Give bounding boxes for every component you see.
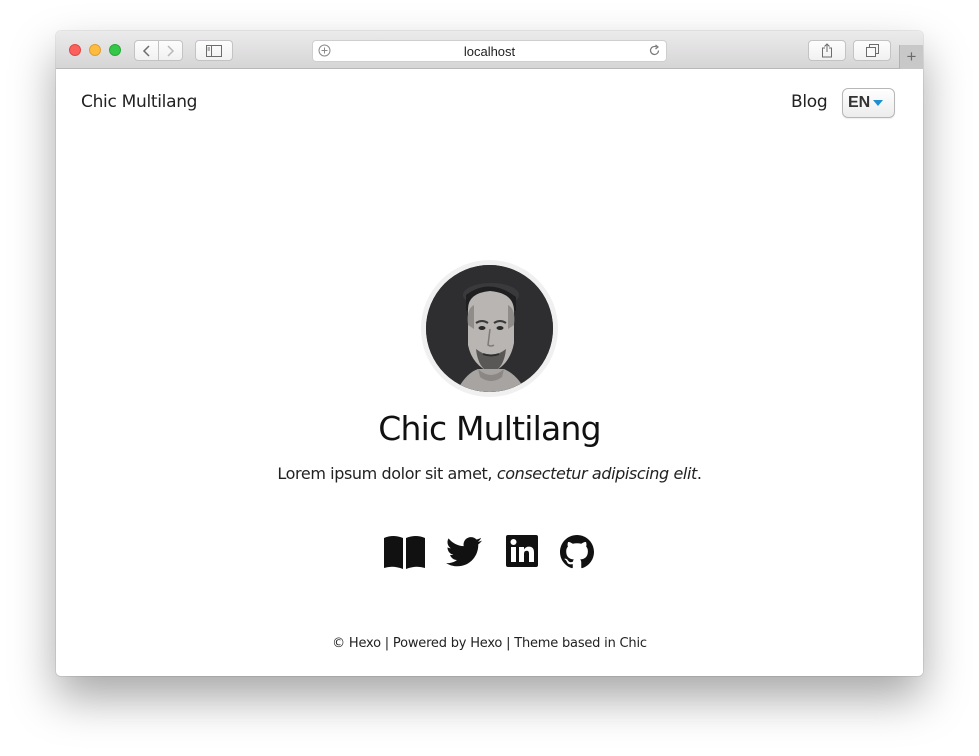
sidebar-icon [206, 44, 222, 57]
browser-toolbar: localhost + [56, 31, 923, 69]
twitter-link[interactable] [446, 536, 482, 573]
url-text: localhost [463, 44, 516, 59]
forward-button[interactable] [158, 40, 183, 61]
profile-description-text: Lorem ipsum dolor sit amet, [277, 464, 497, 483]
site-title-link[interactable]: Chic Multilang [81, 92, 197, 112]
github-link[interactable] [560, 535, 594, 574]
caret-down-icon [873, 100, 884, 106]
avatar-ring [421, 260, 558, 397]
address-bar[interactable]: localhost [312, 40, 667, 62]
chevron-right-icon [167, 44, 175, 57]
social-links [384, 535, 596, 571]
browser-window: localhost + Chic Multilang Blog EN Chic … [56, 31, 923, 676]
profile-name: Chic Multilang [378, 409, 601, 448]
profile-description-emphasis: consectetur adipiscing elit [496, 464, 697, 483]
avatar-portrait-image [426, 265, 553, 392]
twitter-icon [446, 537, 482, 567]
github-icon [560, 535, 594, 569]
language-selected-value: EN [848, 94, 871, 111]
tab-overview-button[interactable] [853, 40, 891, 61]
back-button[interactable] [134, 40, 159, 61]
profile-description-end: . [696, 464, 702, 483]
new-tab-button[interactable]: + [899, 45, 923, 69]
sidebar-toggle-button[interactable] [195, 40, 233, 61]
minimize-window-button[interactable] [89, 44, 101, 56]
book-icon [384, 536, 425, 569]
share-button[interactable] [808, 40, 846, 61]
share-icon [822, 43, 832, 58]
reload-icon[interactable] [648, 44, 661, 57]
linkedin-link[interactable] [506, 535, 538, 572]
footer-text: © Hexo | Powered by Hexo | Theme based i… [332, 636, 647, 651]
close-window-button[interactable] [69, 44, 81, 56]
maximize-window-button[interactable] [109, 44, 121, 56]
nav-blog-link[interactable]: Blog [791, 92, 828, 112]
avatar [426, 265, 553, 392]
plus-icon: + [906, 47, 917, 66]
profile-description: Lorem ipsum dolor sit amet, consectetur … [56, 464, 923, 483]
linkedin-icon [506, 535, 538, 567]
blog-link[interactable] [384, 535, 425, 574]
web-page: Chic Multilang Blog EN Chic Multilang Lo… [56, 70, 923, 676]
language-select[interactable]: EN [842, 88, 895, 118]
chevron-left-icon [142, 44, 150, 57]
tabs-icon [865, 44, 879, 57]
